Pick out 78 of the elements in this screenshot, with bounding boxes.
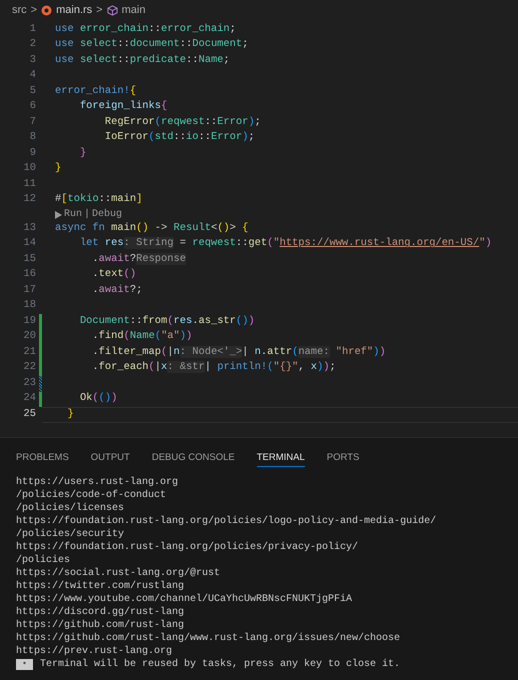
line-number: 6 [28,99,36,114]
terminal-line: /policies/licenses [16,502,124,515]
code-line: Document::from(res.as_str()) [78,314,255,329]
line-number: 7 [28,114,36,130]
code-line: .filter_map(|n: Node<'_>| n.attr(name: "href")) [91,344,386,360]
code-line: use select::predicate::Name; [55,52,230,68]
line-number: 4 [28,68,36,84]
code-line: use select::document::Document; [55,37,248,52]
panel-tab[interactable]: PROBLEMS [16,447,69,467]
panel-tab[interactable]: DEBUG CONSOLE [152,447,235,467]
code-line: RegError(reqwest::Error); [104,114,261,130]
line-number: 15 [22,252,36,267]
line-number: 14 [22,236,36,252]
code-line: async fn main() -> Result<()> { [55,220,248,236]
code-line: } [55,161,62,176]
line-number: 12 [22,192,36,208]
line-number: 10 [22,161,36,176]
terminal-line: https://social.rust-lang.org/@rust [16,567,220,580]
panel-tab[interactable]: OUTPUT [90,447,130,467]
line-number: 1 [28,22,36,37]
breadcrumb-file[interactable]: main.rs [56,2,92,19]
breadcrumb-separator: > [30,3,38,18]
terminal-line: https://github.com/rust-lang [16,619,184,632]
codelens-link[interactable]: Run [64,207,82,222]
line-number: 22 [22,360,36,376]
terminal-line: https://discord.gg/rust-lang [16,606,184,619]
terminal-line: https://prev.rust-lang.org [16,645,172,658]
code-line: .await?; [91,282,142,298]
terminal-line: https://twitter.com/rustlang [16,580,184,593]
line-number: 23 [22,376,36,391]
line-number: 3 [28,52,36,68]
cube-icon [106,5,118,16]
panel-tab[interactable]: PORTS [326,447,360,467]
terminal-line: https://github.com/rust-lang/www.rust-lang.org/issues/new/choose [16,632,400,645]
terminal-line: https://users.rust-lang.org [16,476,178,489]
terminal-line: https://foundation.rust-lang.org/policies/logo-policy-and-media-guide/ [16,515,436,528]
code-line: .find(Name("a")) [91,329,192,344]
line-number: 8 [28,130,36,146]
code-line: .text() [91,267,136,282]
code-line: error_chain!{ [55,84,136,99]
code-line: let res: String = reqwest::get("https://www.rust-lang.org/en-US/") [78,236,492,252]
play-icon [55,210,62,218]
line-number: 16 [22,267,36,282]
line-number: 5 [28,84,36,99]
line-number: 13 [22,220,36,236]
line-number: 21 [22,344,36,360]
line-number: 19 [22,314,36,329]
breadcrumb-separator: > [96,3,103,18]
line-number: 18 [22,298,36,314]
terminal-line: https://www.youtube.com/channel/UCaYhcUwRBNscFNUKTjgPFiA [16,593,352,606]
codelens-separator: | [84,208,90,222]
breadcrumb-symbol[interactable]: main [122,2,146,19]
code-line: } [66,406,74,422]
code-line: IoError(std::io::Error); [104,130,255,146]
line-number: 11 [22,176,36,192]
terminal-line: https://foundation.rust-lang.org/policies/privacy-policy/ [16,541,358,554]
line-number: 25 [22,406,36,422]
rust-file-icon [41,5,52,16]
code-line: #[tokio::main] [55,192,142,208]
code-line: foreign_links{ [78,99,168,114]
terminal-line: /policies/code-of-conduct [16,489,166,502]
codelens-link[interactable]: Debug [92,207,122,222]
line-number: 9 [28,146,36,161]
line-number: 24 [22,391,36,406]
line-number: 20 [22,329,36,344]
code-line: .await?Response [91,252,186,267]
terminal-line: /policies/security [16,528,124,541]
terminal-notice: Terminal will be reused by tasks, press any key to close it. [40,658,400,671]
breadcrumb-folder[interactable]: src [12,2,27,19]
code-line: } [78,146,86,161]
code-line: .for_each(|x: &str| println!("{}", x)); [91,360,336,376]
panel-tab[interactable]: TERMINAL [256,447,305,467]
code-line: Ok(()) [78,391,118,406]
terminal-marker-icon [16,659,33,670]
line-number: 2 [28,37,36,52]
code-line: use error_chain::error_chain; [55,22,236,37]
terminal-line: /policies [16,554,70,567]
line-number: 17 [22,282,36,298]
